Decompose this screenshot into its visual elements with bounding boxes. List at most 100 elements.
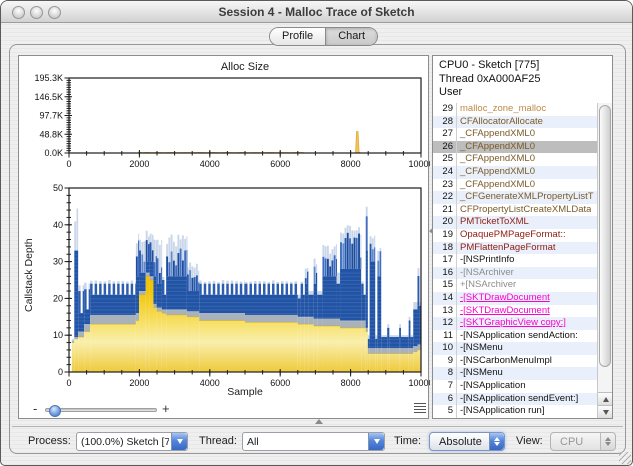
tab-chart[interactable]: Chart: [325, 28, 378, 45]
splitter-collapse-up-icon[interactable]: [315, 419, 323, 424]
zoom-in-label[interactable]: +: [162, 401, 170, 416]
process-dropdown-icon[interactable]: [171, 433, 187, 450]
frame-number: 6: [433, 392, 457, 406]
list-item[interactable]: 12 -[SKTGraphicView copy:]: [433, 317, 597, 330]
arrow-down-icon: [605, 442, 611, 446]
time-popup[interactable]: Absolute: [429, 432, 505, 451]
frame-number: 24: [433, 165, 457, 179]
list-item[interactable]: 21 CFPropertyListCreateXMLData: [433, 203, 597, 217]
callstack-list: 29 malloc_zone_malloc 28 CFAllocatorAllocat…: [433, 103, 597, 418]
frame-number: 23: [433, 178, 457, 192]
time-popup-arrows-icon[interactable]: [489, 433, 504, 450]
frame-number: 18: [433, 241, 457, 255]
resize-grip[interactable]: [619, 452, 631, 464]
list-item[interactable]: 22 _CFGenerateXMLPropertyListT: [433, 191, 597, 204]
frame-label: CFAllocatorAllocate: [460, 115, 543, 127]
frame-label: -[NSApplication sendAction:: [460, 329, 578, 341]
list-item[interactable]: 25 _CFAppendXML0: [433, 153, 597, 166]
thread-value: All: [247, 435, 259, 448]
arrow-up-icon: [602, 396, 609, 402]
list-item[interactable]: 9 -[NSCarbonMenuImpl: [433, 354, 597, 368]
list-item[interactable]: 11 -[NSApplication sendAction:: [433, 329, 597, 343]
list-item[interactable]: 19 OpaquePMPageFormat::: [433, 228, 597, 242]
callstack-panel: CPU0 - Sketch [775] Thread 0xA000AF25 Us…: [432, 55, 613, 419]
list-item[interactable]: 5 -[NSApplication run]: [433, 405, 597, 418]
process-combobox[interactable]: (100.0%) Sketch [775]: [76, 432, 188, 451]
list-item[interactable]: 28 CFAllocatorAllocate: [433, 115, 597, 129]
arrow-up-icon: [494, 437, 500, 441]
app-window: Session 4 - Malloc Trace of Sketch Profi…: [0, 0, 633, 466]
list-item[interactable]: 18 PMFlattenPageFormat: [433, 241, 597, 255]
time-value: Absolute: [439, 435, 482, 448]
process-label: Process:: [28, 435, 71, 447]
process-value: (100.0%) Sketch [775]: [81, 435, 169, 448]
callstack-scrollbar[interactable]: [597, 103, 612, 418]
frame-label: -[NSCarbonMenuImpl: [460, 354, 552, 366]
scroll-down-button[interactable]: [598, 405, 612, 418]
chevron-down-icon: [373, 439, 380, 444]
frame-label: -[SKTDrawDocument: [460, 291, 550, 303]
view-popup: CPU: [550, 432, 616, 451]
callstack-header: CPU0 - Sketch [775] Thread 0xA000AF25 Us…: [433, 56, 612, 100]
list-item[interactable]: 29 malloc_zone_malloc: [433, 103, 597, 116]
frame-label: _CFAppendXML0: [460, 165, 535, 177]
list-lines-icon[interactable]: [414, 403, 426, 415]
list-item[interactable]: 16 -[NSArchiver: [433, 266, 597, 280]
list-item[interactable]: 23 _CFAppendXML0: [433, 178, 597, 192]
frame-number: 7: [433, 380, 457, 393]
list-item[interactable]: 20 PMTicketToXML: [433, 216, 597, 229]
frame-number: 26: [433, 140, 457, 154]
list-item[interactable]: 14 -[SKTDrawDocument: [433, 291, 597, 305]
frame-label: OpaquePMPageFormat::: [460, 228, 566, 240]
thread-dropdown-icon[interactable]: [368, 433, 384, 450]
titlebar: Session 4 - Malloc Trace of Sketch: [1, 1, 632, 23]
frame-label: PMTicketToXML: [460, 216, 529, 228]
zoom-slider-track[interactable]: [45, 405, 157, 417]
frame-number: 25: [433, 153, 457, 166]
list-item[interactable]: 26 _CFAppendXML0: [433, 140, 597, 154]
frame-label: -[NSApplication sendEvent:]: [460, 392, 579, 404]
view-value: CPU: [560, 435, 584, 448]
thread-combobox[interactable]: All: [242, 432, 385, 451]
view-label: View:: [516, 435, 543, 447]
callstack-header-thread: Thread 0xA000AF25: [439, 72, 541, 85]
window-title: Session 4 - Malloc Trace of Sketch: [218, 5, 415, 19]
frame-label: -[SKTDrawDocument: [460, 304, 550, 316]
frame-label: malloc_zone_malloc: [460, 103, 547, 114]
list-item[interactable]: 6 -[NSApplication sendEvent:]: [433, 392, 597, 406]
frame-label: -[NSApplication: [460, 380, 526, 392]
arrow-up-icon: [605, 437, 611, 441]
frame-label: _CFAppendXML0: [460, 128, 535, 140]
frame-number: 28: [433, 115, 457, 129]
frame-number: 21: [433, 203, 457, 217]
frame-label: -[SKTGraphicView copy:]: [460, 317, 566, 329]
frame-label: -[NSMenu: [460, 342, 503, 354]
frame-number: 9: [433, 354, 457, 368]
list-item[interactable]: 8 -[NSMenu: [433, 367, 597, 381]
tab-profile[interactable]: Profile: [270, 28, 326, 45]
chevron-down-icon: [176, 439, 183, 444]
frame-number: 19: [433, 228, 457, 242]
scroll-up-button[interactable]: [598, 392, 612, 405]
list-item[interactable]: 17 -[NSPrintInfo: [433, 254, 597, 267]
list-item[interactable]: 10 -[NSMenu: [433, 342, 597, 355]
zoom-out-label[interactable]: -: [33, 401, 37, 416]
frame-number: 14: [433, 291, 457, 305]
bottom-splitter[interactable]: [12, 426, 623, 427]
callstack-chart-canvas[interactable]: [19, 177, 430, 395]
frame-label: -[NSMenu: [460, 367, 503, 379]
tab-pane: Alloc Size Callstack Depth Sample - + CP…: [9, 44, 626, 454]
frame-label: _CFAppendXML0: [460, 153, 535, 165]
frame-label: PMFlattenPageFormat: [460, 241, 556, 253]
zoom-slider-thumb[interactable]: [49, 405, 61, 417]
list-item[interactable]: 15 +[NSArchiver: [433, 279, 597, 292]
callstack-x-axis-label: Sample: [227, 386, 263, 398]
list-item[interactable]: 13 -[SKTDrawDocument: [433, 304, 597, 318]
list-item[interactable]: 27 _CFAppendXML0: [433, 128, 597, 141]
callstack-header-cpu: CPU0 - Sketch [775]: [439, 59, 540, 71]
scrollbar-thumb[interactable]: [599, 105, 611, 367]
list-item[interactable]: 24 _CFAppendXML0: [433, 165, 597, 179]
frame-label: _CFGenerateXMLPropertyListT: [460, 191, 594, 203]
list-item[interactable]: 7 -[NSApplication: [433, 380, 597, 393]
alloc-chart-canvas[interactable]: [19, 72, 430, 177]
